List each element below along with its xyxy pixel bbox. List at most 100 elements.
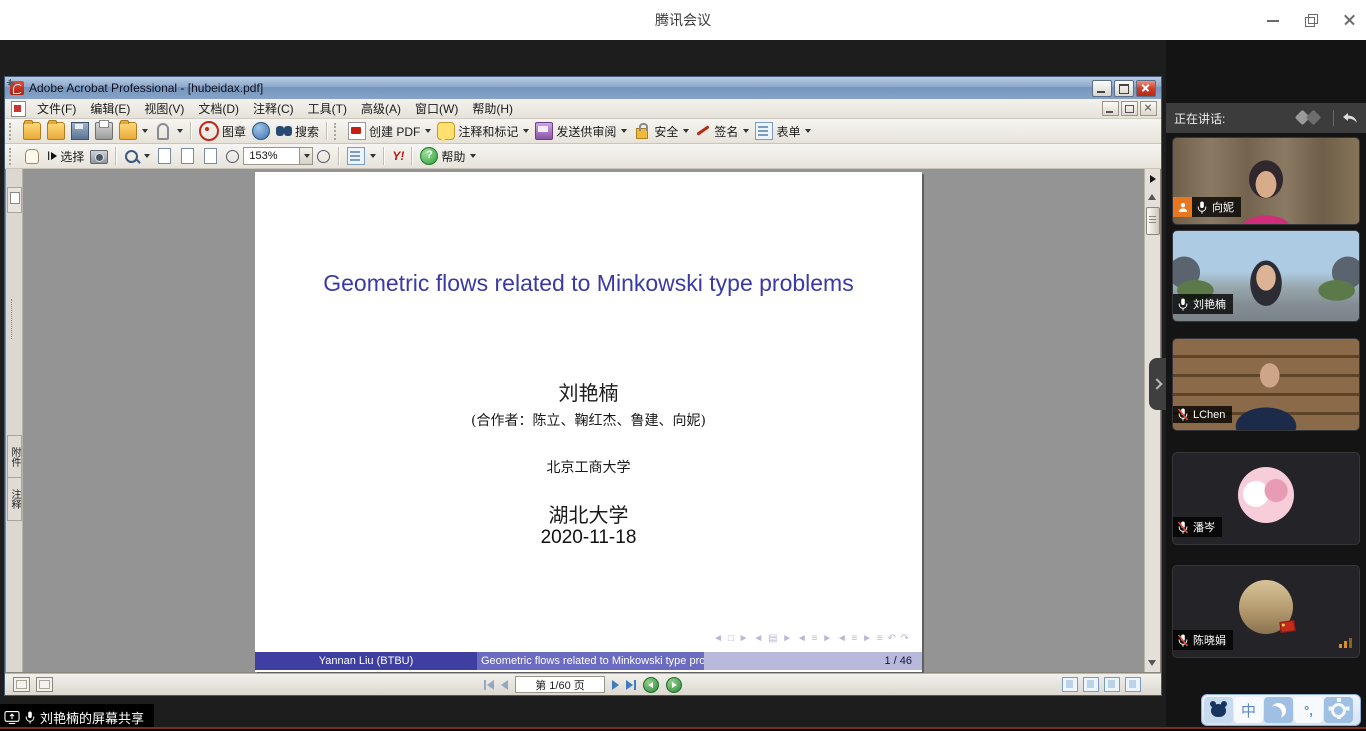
zoom-tool-button[interactable] <box>121 146 153 166</box>
toolbar-separator <box>383 147 385 165</box>
help-button[interactable]: ?帮助 <box>417 146 479 166</box>
menu-advanced[interactable]: 高级(A) <box>354 99 408 118</box>
comments-panel-tab[interactable]: 注释 <box>7 477 22 521</box>
acrobat-title: Adobe Acrobat Professional - [hubeidax.p… <box>29 81 263 95</box>
scroll-up-icon[interactable] <box>1146 191 1158 203</box>
ime-language-button[interactable]: 中 <box>1234 697 1263 723</box>
ime-fullwidth-button[interactable] <box>1264 697 1293 723</box>
vertical-scrollbar[interactable] <box>1144 169 1160 672</box>
menu-comments[interactable]: 注释(C) <box>246 99 301 118</box>
comment-markup-button[interactable]: 注释和标记 <box>434 121 532 141</box>
nav-pane-toggle-icon[interactable] <box>1147 173 1158 185</box>
forms-button[interactable]: 表单 <box>752 121 814 141</box>
fit-width-icon <box>204 148 217 164</box>
slide-venue: 湖北大学 <box>255 499 922 528</box>
stamp-button[interactable]: 图章 <box>196 121 249 141</box>
ime-settings-button[interactable] <box>1324 697 1353 723</box>
menu-help[interactable]: 帮助(H) <box>465 99 520 118</box>
pdf-canvas[interactable]: Geometric flows related to Minkowski typ… <box>23 169 1144 672</box>
search-label: 搜索 <box>295 123 319 140</box>
acrobat-titlebar[interactable]: Adobe Acrobat Professional - [hubeidax.p… <box>5 77 1161 99</box>
zoom-dropdown-button[interactable] <box>300 147 313 165</box>
participant-tile-lchen[interactable]: LChen <box>1172 338 1360 431</box>
search-button[interactable]: 搜索 <box>273 121 322 141</box>
back-arrow-icon[interactable] <box>1342 112 1358 124</box>
menu-edit[interactable]: 编辑(E) <box>83 99 137 118</box>
save-button[interactable] <box>68 121 92 141</box>
snapshot-button[interactable] <box>87 146 111 166</box>
single-page-icon[interactable] <box>1062 677 1078 692</box>
organizer-button[interactable] <box>44 121 68 141</box>
restore-icon[interactable] <box>1304 13 1318 27</box>
chinese-mode-icon: 中 <box>1241 700 1256 721</box>
participant-tile-chenxiaojuan[interactable]: 陈晓娟 <box>1172 565 1360 658</box>
last-page-button[interactable] <box>626 680 636 690</box>
pages-panel-tab[interactable] <box>7 187 22 213</box>
next-view-button[interactable] <box>666 677 682 693</box>
pdf-document-icon[interactable] <box>11 101 26 117</box>
dropdown-caret-icon <box>304 154 310 158</box>
previous-page-button[interactable] <box>501 680 508 690</box>
actual-size-button[interactable] <box>153 146 176 166</box>
forms-label: 表单 <box>776 123 800 140</box>
acrobat-restore-icon[interactable] <box>1114 80 1134 97</box>
continuous-page-icon[interactable] <box>1083 677 1099 692</box>
create-pdf-button[interactable]: 创建 PDF <box>345 121 434 141</box>
continuous-facing-icon[interactable] <box>1125 677 1141 692</box>
pdf-page: Geometric flows related to Minkowski typ… <box>255 172 922 672</box>
page-number-input[interactable]: 第 1/60 页 <box>515 676 605 693</box>
doc-close-icon[interactable] <box>1140 101 1157 116</box>
send-review-button[interactable]: 发送供审阅 <box>532 121 630 141</box>
participant-tile-liuyannan[interactable]: 刘艳楠 <box>1172 230 1360 322</box>
menu-file[interactable]: 文件(F) <box>30 99 83 118</box>
open-button[interactable] <box>20 121 44 141</box>
scroll-down-icon[interactable] <box>1146 656 1158 668</box>
actual-size-icon <box>158 148 171 164</box>
next-page-button[interactable] <box>612 680 619 690</box>
facing-pages-icon[interactable] <box>1104 677 1120 692</box>
first-page-button[interactable] <box>484 680 494 690</box>
ime-brand-button[interactable] <box>1204 697 1233 723</box>
comment-markup-label: 注释和标记 <box>458 123 518 140</box>
rail-grip[interactable] <box>11 299 16 339</box>
zoom-level-input[interactable]: 153% <box>243 147 300 165</box>
slide-footer-author: Yannan Liu (BTBU) <box>255 652 477 670</box>
scrollbar-thumb[interactable] <box>1146 207 1160 235</box>
doc-minimize-icon[interactable] <box>1102 101 1119 116</box>
hand-tool-button[interactable] <box>20 146 44 166</box>
select-tool-button[interactable]: I选择 <box>44 146 87 166</box>
minimize-icon[interactable] <box>1266 13 1280 27</box>
page-display-button[interactable] <box>344 146 379 166</box>
last-page-bar <box>634 680 636 690</box>
fit-page-button[interactable] <box>176 146 199 166</box>
email-button[interactable] <box>249 121 273 141</box>
export-button[interactable] <box>116 121 151 141</box>
fit-width-button[interactable] <box>199 146 222 166</box>
sidebar-collapse-handle[interactable] <box>1149 358 1166 410</box>
acrobat-minimize-icon[interactable] <box>1092 80 1112 97</box>
attach-button[interactable] <box>151 121 186 141</box>
previous-view-button[interactable] <box>643 677 659 693</box>
security-button[interactable]: 安全 <box>630 121 692 141</box>
yahoo-toolbar-button[interactable]: Y! <box>389 146 407 166</box>
menu-window[interactable]: 窗口(W) <box>408 99 465 118</box>
doc-restore-icon[interactable] <box>1121 101 1138 116</box>
menu-document[interactable]: 文档(D) <box>191 99 246 118</box>
zoom-out-button[interactable] <box>222 146 243 166</box>
menu-view[interactable]: 视图(V) <box>137 99 191 118</box>
ime-punctuation-button[interactable]: °, <box>1294 697 1323 723</box>
attachments-panel-tab[interactable]: 附件 <box>7 435 22 479</box>
acrobat-close-icon[interactable] <box>1136 80 1156 97</box>
sign-button[interactable]: 签名 <box>692 121 752 141</box>
mic-muted-icon <box>1178 634 1188 647</box>
participant-tile-pancen[interactable]: 潘岑 <box>1172 452 1360 545</box>
zoom-in-button[interactable] <box>313 146 334 166</box>
dropdown-caret-icon <box>683 129 689 133</box>
menu-tools[interactable]: 工具(T) <box>301 99 354 118</box>
page-thumbnails-icon[interactable] <box>13 677 30 692</box>
participant-tile-xiangni[interactable]: 向妮 <box>1172 137 1360 225</box>
toolbar-grip <box>9 148 16 165</box>
close-icon[interactable] <box>1342 13 1356 27</box>
print-button[interactable] <box>92 121 116 141</box>
page-grid-icon[interactable] <box>36 677 53 692</box>
